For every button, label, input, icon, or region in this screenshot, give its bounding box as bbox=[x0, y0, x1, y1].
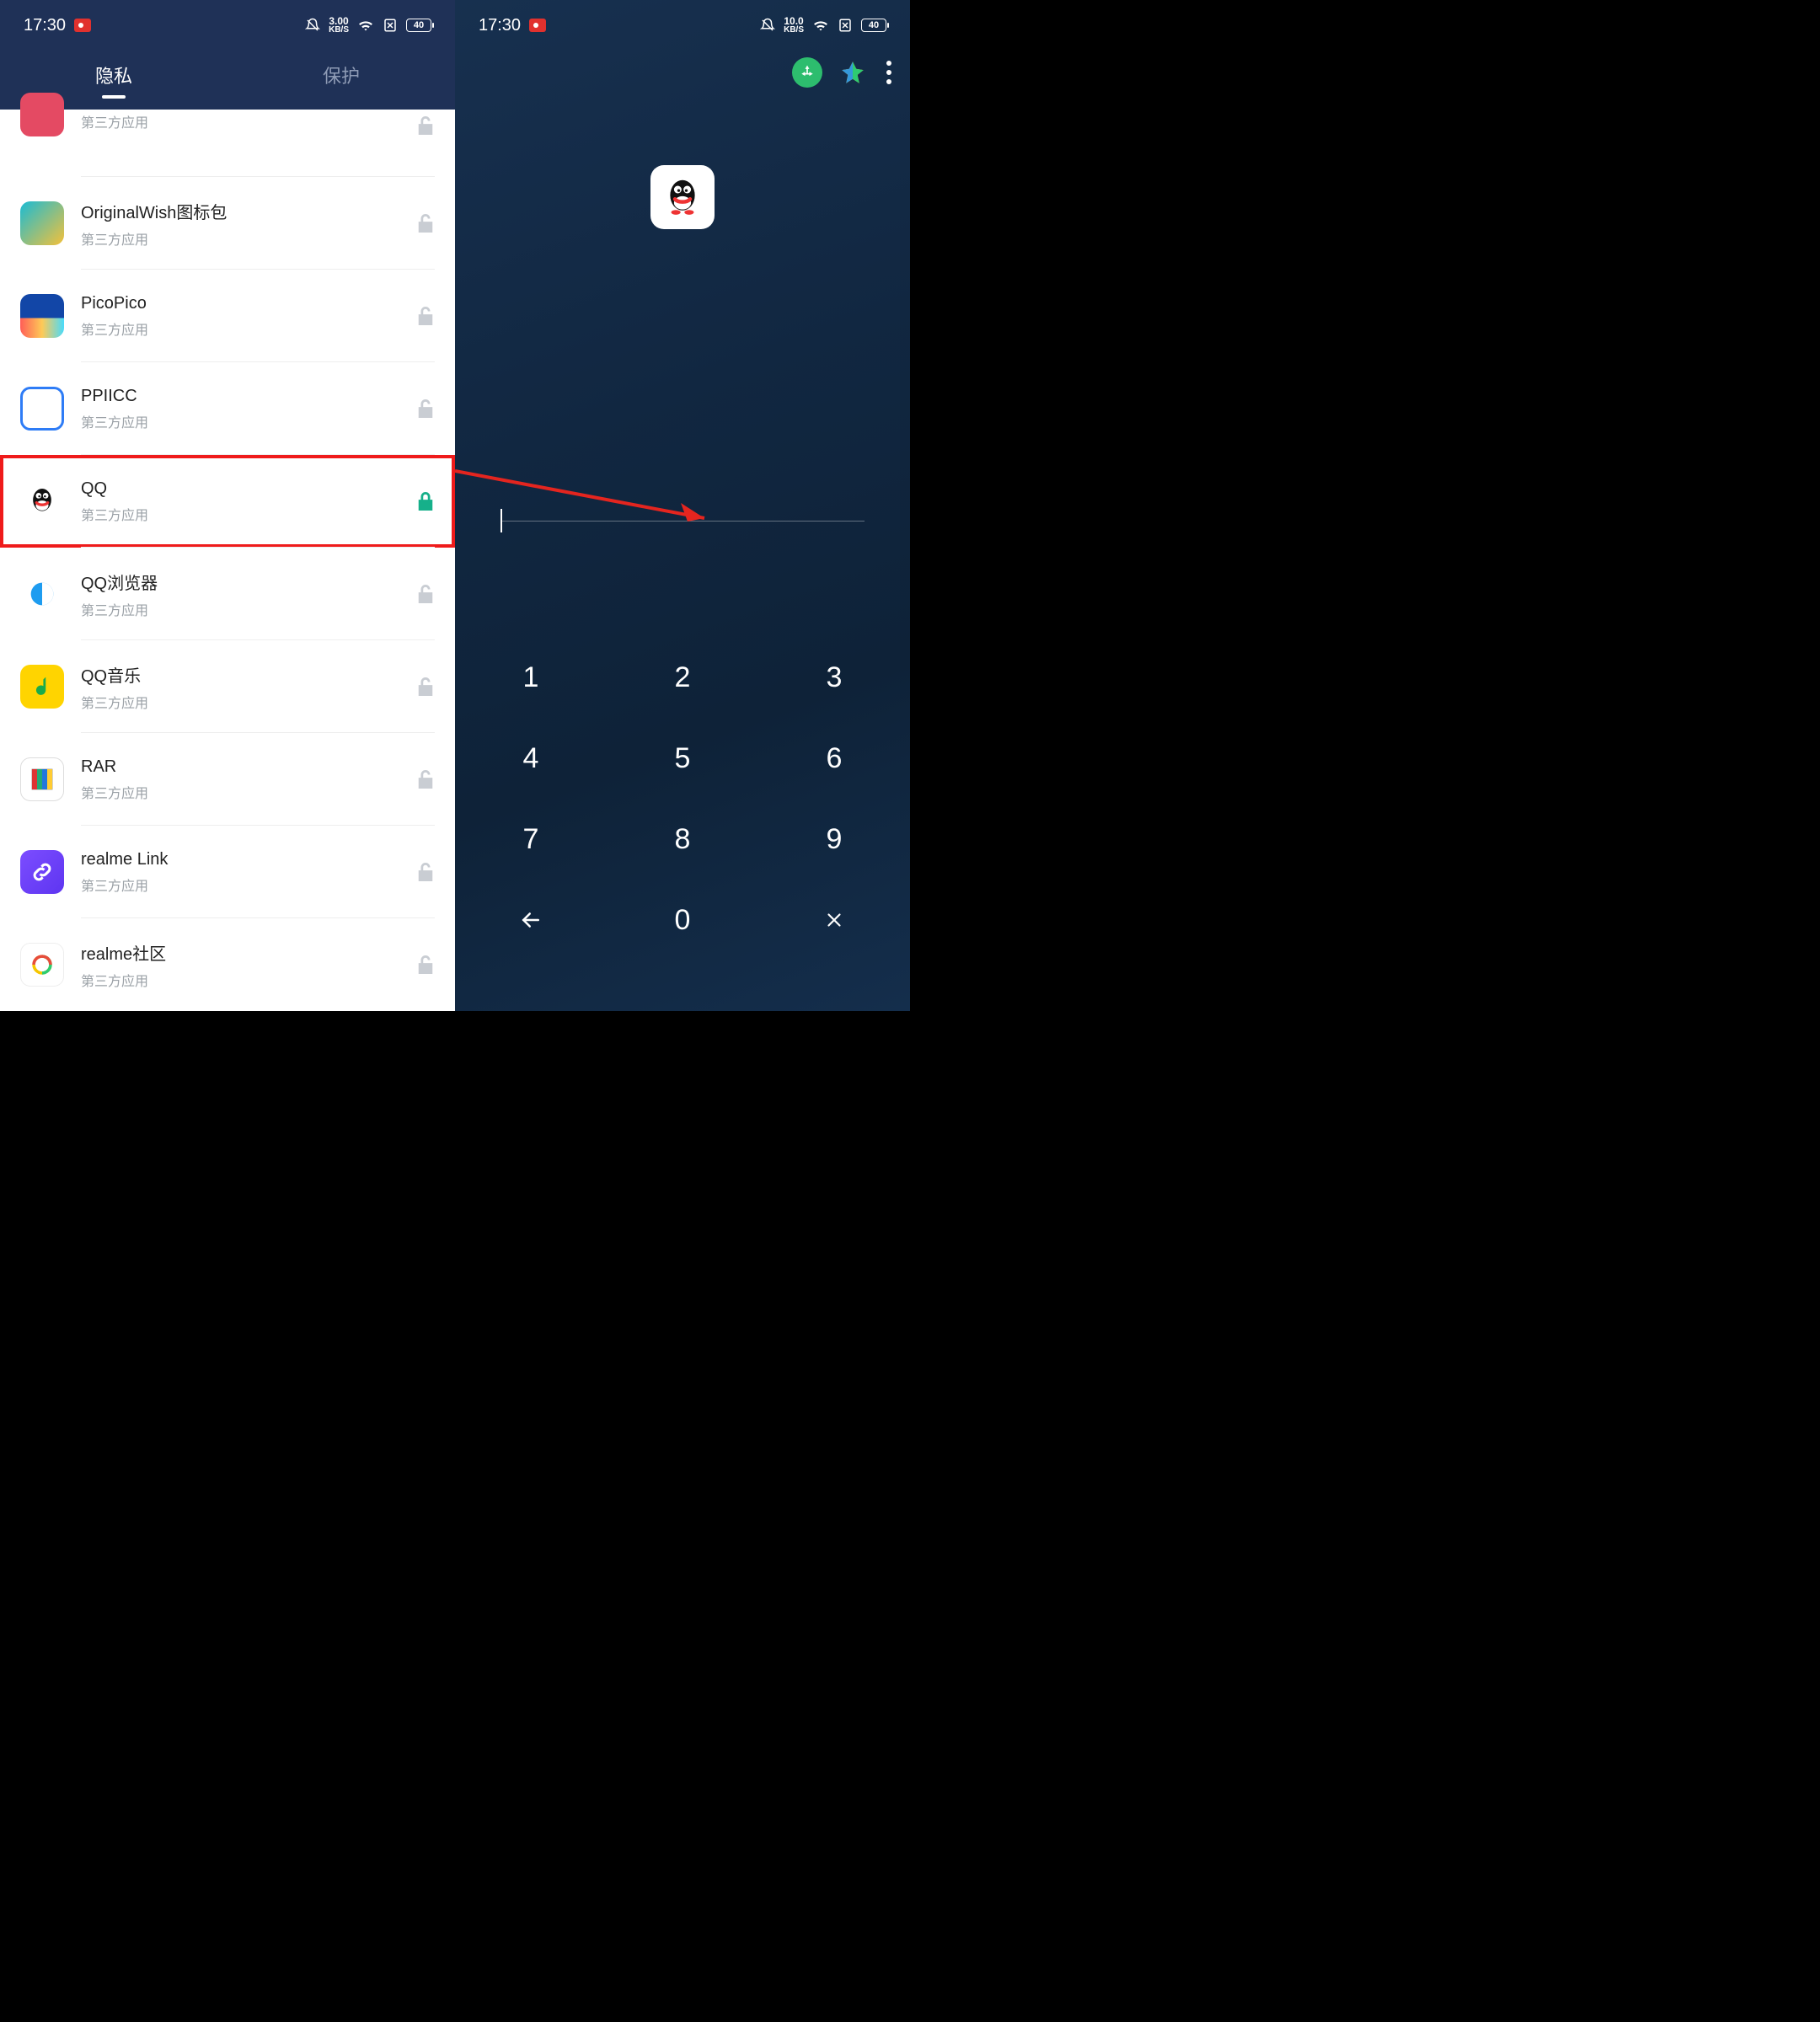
share-icon[interactable] bbox=[792, 57, 822, 88]
unlock-icon[interactable] bbox=[416, 861, 435, 883]
key-0[interactable]: 0 bbox=[607, 880, 758, 960]
app-icon bbox=[20, 201, 64, 245]
app-subtitle: 第三方应用 bbox=[81, 875, 416, 895]
pin-input[interactable] bbox=[500, 521, 864, 522]
key-1[interactable]: 1 bbox=[455, 637, 607, 718]
wifi-icon bbox=[812, 19, 829, 32]
list-item[interactable]: realme Link 第三方应用 bbox=[0, 826, 455, 918]
key-back[interactable] bbox=[455, 880, 607, 960]
key-5[interactable]: 5 bbox=[607, 718, 758, 799]
key-3[interactable]: 3 bbox=[758, 637, 910, 718]
app-icon bbox=[20, 943, 64, 987]
nosim-icon bbox=[383, 18, 398, 33]
battery-indicator: 40 bbox=[861, 19, 886, 32]
app-subtitle: 第三方应用 bbox=[81, 504, 416, 524]
list-item[interactable]: RAR 第三方应用 bbox=[0, 733, 455, 826]
app-icon bbox=[20, 572, 64, 616]
app-icon bbox=[20, 757, 64, 801]
list-item[interactable]: QQ浏览器 第三方应用 bbox=[0, 548, 455, 640]
annotation-arrow-icon bbox=[455, 468, 721, 535]
key-8[interactable]: 8 bbox=[607, 799, 758, 880]
dnd-icon bbox=[305, 18, 320, 33]
unlock-icon[interactable] bbox=[416, 115, 435, 136]
app-name: PPIICC bbox=[81, 387, 416, 406]
app-subtitle: 第三方应用 bbox=[81, 228, 416, 249]
key-7[interactable]: 7 bbox=[455, 799, 607, 880]
numeric-keypad: 1 2 3 4 5 6 7 8 9 0 bbox=[455, 637, 910, 960]
tab-label: 保护 bbox=[323, 62, 360, 88]
key-4[interactable]: 4 bbox=[455, 718, 607, 799]
list-item[interactable]: 第三方应用 bbox=[0, 110, 455, 177]
key-2[interactable]: 2 bbox=[607, 637, 758, 718]
app-icon bbox=[20, 93, 64, 136]
app-name: OriginalWish图标包 bbox=[81, 199, 416, 223]
unlock-icon[interactable] bbox=[416, 398, 435, 420]
screen-record-icon bbox=[74, 19, 91, 32]
app-icon bbox=[20, 665, 64, 709]
app-name: PicoPico bbox=[81, 294, 416, 313]
unlock-icon[interactable] bbox=[416, 954, 435, 976]
app-icon bbox=[20, 850, 64, 894]
app-name: RAR bbox=[81, 757, 416, 777]
list-item[interactable]: realme社区 第三方应用 bbox=[0, 918, 455, 1011]
app-subtitle: 第三方应用 bbox=[81, 411, 416, 431]
cursor-icon bbox=[500, 509, 502, 532]
locked-app-icon bbox=[650, 165, 715, 229]
app-name: realme Link bbox=[81, 850, 416, 869]
app-name: QQ bbox=[81, 479, 416, 499]
list-item[interactable]: PPIICC 第三方应用 bbox=[0, 362, 455, 455]
key-9[interactable]: 9 bbox=[758, 799, 910, 880]
app-name: QQ音乐 bbox=[81, 662, 416, 687]
dnd-icon bbox=[760, 18, 775, 33]
top-action-icons bbox=[792, 57, 895, 88]
app-name: QQ浏览器 bbox=[81, 570, 416, 594]
network-rate: 10.0 KB/S bbox=[784, 16, 804, 35]
wifi-icon bbox=[357, 19, 374, 32]
tab-protect[interactable]: 保护 bbox=[228, 51, 455, 110]
key-6[interactable]: 6 bbox=[758, 718, 910, 799]
app-lock-pin-screen: 17:30 10.0 KB/S 40 bbox=[455, 0, 910, 1011]
list-item-qq[interactable]: QQ 第三方应用 bbox=[0, 455, 455, 548]
app-list[interactable]: 第三方应用 OriginalWish图标包 第三方应用 PicoPico 第三方… bbox=[0, 110, 455, 1011]
theme-icon[interactable] bbox=[838, 57, 868, 88]
clock: 17:30 bbox=[479, 16, 521, 35]
app-subtitle: 第三方应用 bbox=[81, 970, 416, 990]
app-subtitle: 第三方应用 bbox=[81, 111, 416, 131]
app-subtitle: 第三方应用 bbox=[81, 318, 416, 339]
unlock-icon[interactable] bbox=[416, 676, 435, 698]
app-subtitle: 第三方应用 bbox=[81, 599, 416, 619]
tab-label: 隐私 bbox=[95, 62, 132, 88]
privacy-settings-screen: 17:30 3.00 KB/S 40 bbox=[0, 0, 455, 1011]
app-subtitle: 第三方应用 bbox=[81, 782, 416, 802]
status-bar: 17:30 3.00 KB/S 40 bbox=[0, 0, 455, 51]
unlock-icon[interactable] bbox=[416, 212, 435, 234]
app-subtitle: 第三方应用 bbox=[81, 692, 416, 712]
list-item[interactable]: PicoPico 第三方应用 bbox=[0, 270, 455, 362]
app-icon bbox=[20, 479, 64, 523]
app-icon bbox=[20, 294, 64, 338]
unlock-icon[interactable] bbox=[416, 305, 435, 327]
unlock-icon[interactable] bbox=[416, 583, 435, 605]
battery-indicator: 40 bbox=[406, 19, 431, 32]
key-delete[interactable] bbox=[758, 880, 910, 960]
network-rate: 3.00 KB/S bbox=[329, 16, 349, 35]
unlock-icon[interactable] bbox=[416, 768, 435, 790]
screen-record-icon bbox=[529, 19, 546, 32]
app-icon bbox=[20, 387, 64, 431]
lock-icon[interactable] bbox=[416, 490, 435, 512]
tab-bar: 隐私 保护 bbox=[0, 51, 455, 110]
overflow-menu-icon[interactable] bbox=[883, 57, 895, 88]
nosim-icon bbox=[838, 18, 853, 33]
clock: 17:30 bbox=[24, 16, 66, 35]
list-item[interactable]: QQ音乐 第三方应用 bbox=[0, 640, 455, 733]
header: 17:30 3.00 KB/S 40 bbox=[0, 0, 455, 110]
status-bar: 17:30 10.0 KB/S 40 bbox=[455, 0, 910, 51]
list-item[interactable]: OriginalWish图标包 第三方应用 bbox=[0, 177, 455, 270]
app-name: realme社区 bbox=[81, 940, 416, 965]
